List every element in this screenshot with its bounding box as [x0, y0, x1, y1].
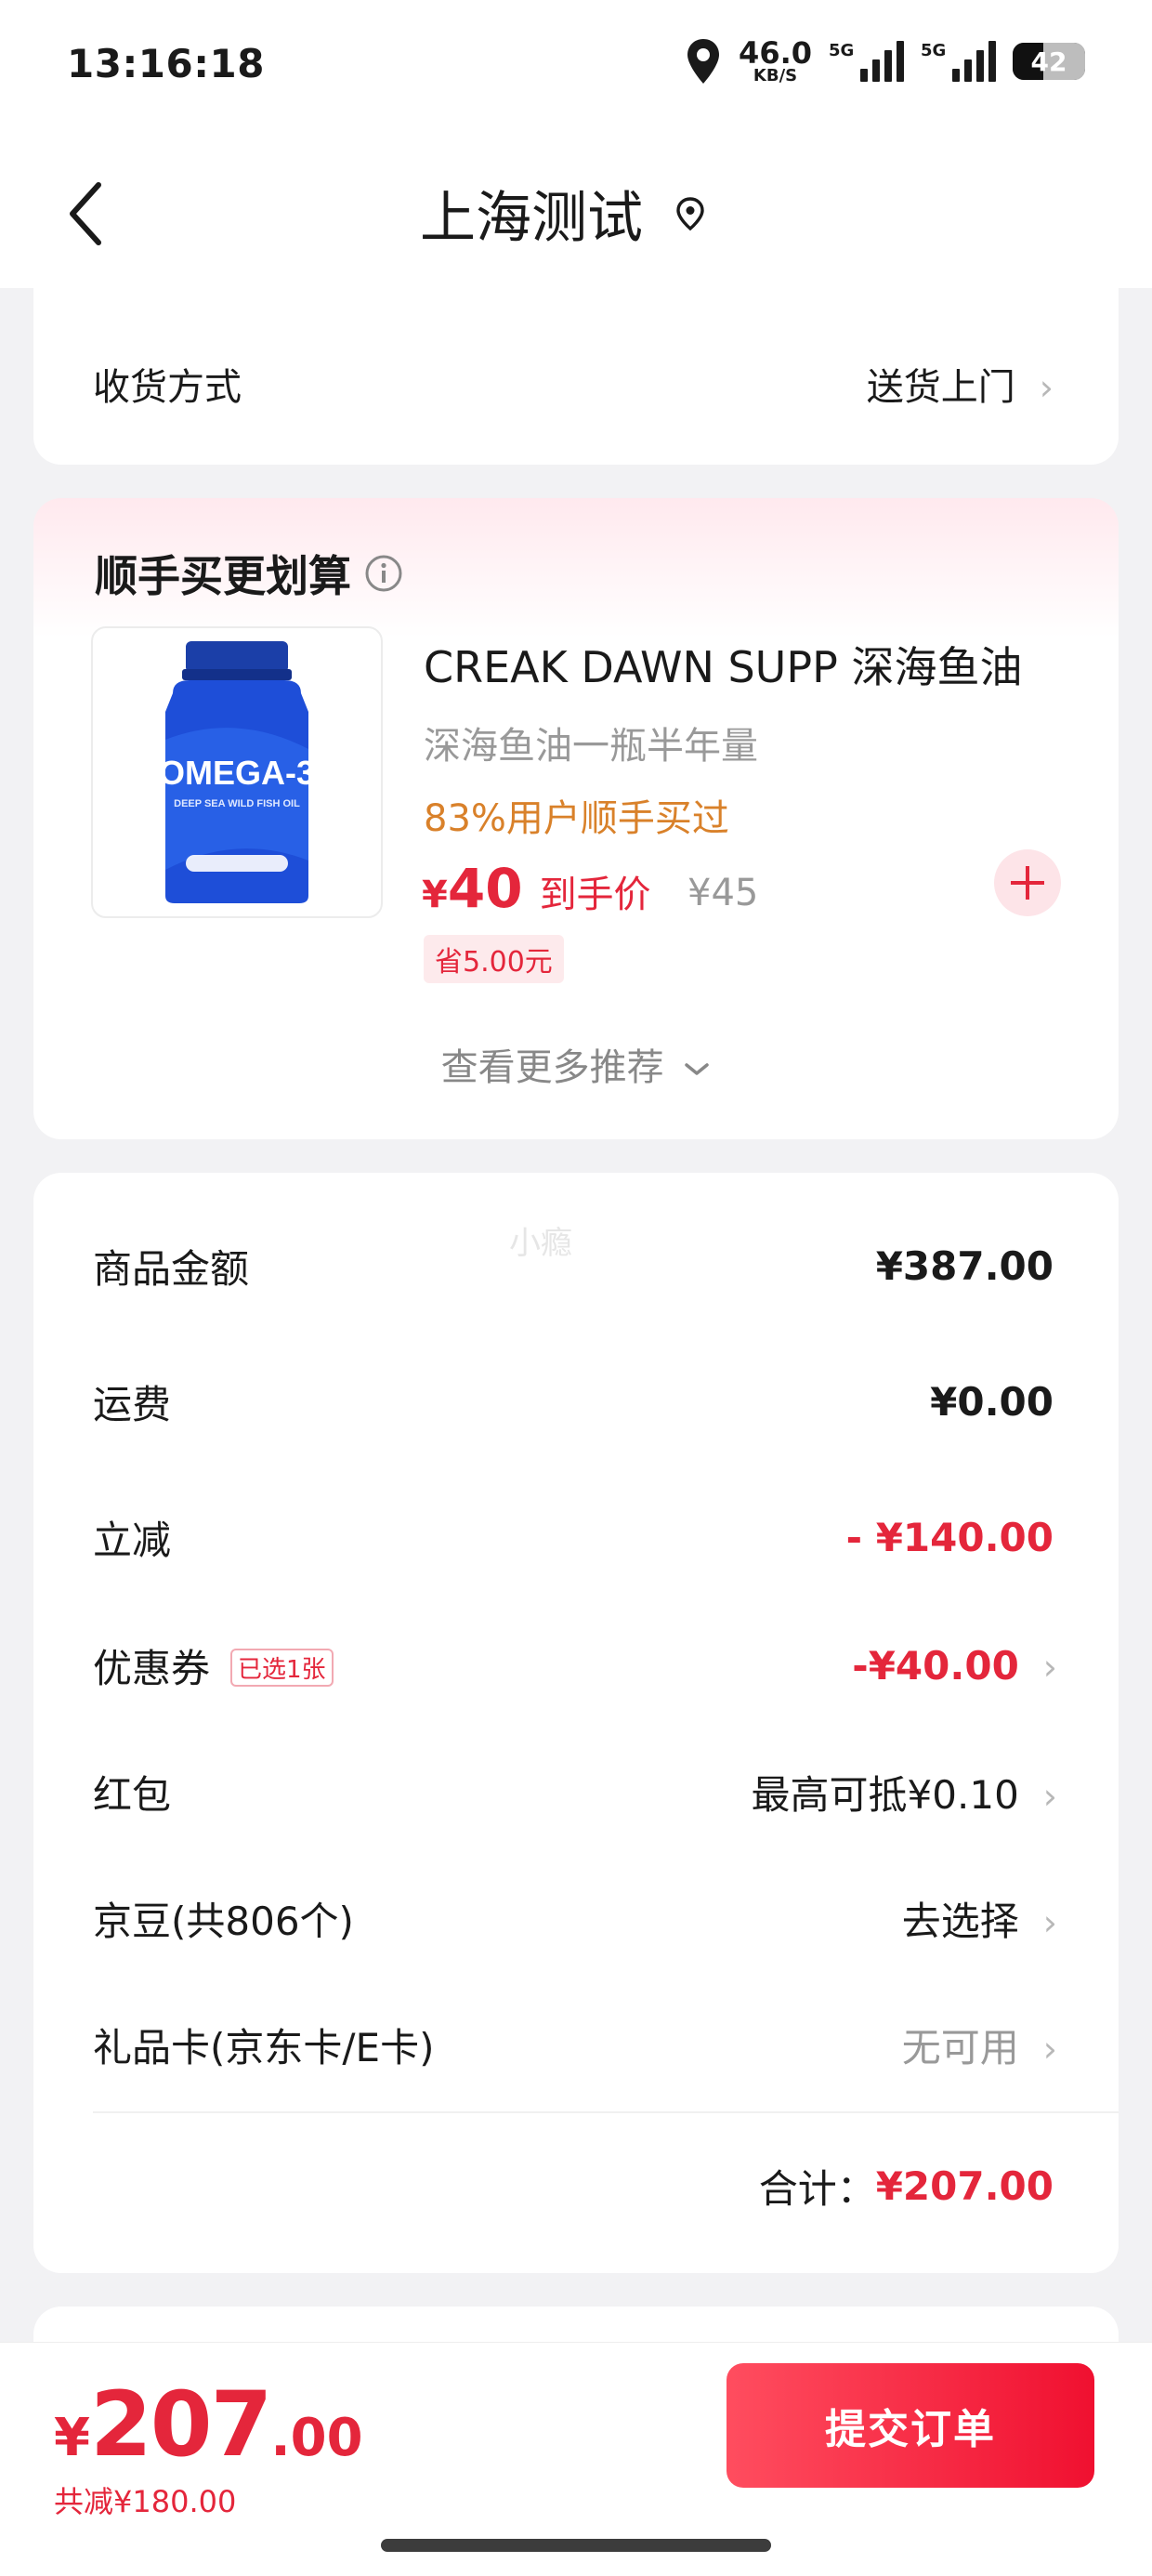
chevron-down-icon — [685, 1063, 710, 1075]
items-amount-label: 商品金额 — [93, 1246, 250, 1292]
grand-total-integer: 207 — [89, 2372, 272, 2477]
status-bar: 13:16:18 46.0 KB/S 5G 5G 42 — [0, 0, 1152, 139]
instant-discount-row: 立减 - ¥140.00 — [93, 1509, 1054, 1566]
subtotal-value: ¥207.00 — [875, 2163, 1054, 2209]
items-amount-row: 商品金额 ¥387.00 — [93, 1238, 1054, 1295]
total-saved: 共减¥180.00 — [54, 2484, 237, 2519]
chevron-right-icon: › — [1042, 1902, 1057, 1943]
battery-icon: 42 — [1013, 43, 1085, 80]
delivery-card: 收货方式 送货上门 › — [33, 260, 1119, 465]
jd-beans-row[interactable]: 京豆(共806个) 去选择 › — [93, 1890, 1057, 1947]
price-label: 到手价 — [539, 874, 651, 916]
red-packet-label: 红包 — [93, 1772, 172, 1818]
save-badge: 省5.00元 — [424, 935, 564, 983]
red-packet-row[interactable]: 红包 最高可抵¥0.10 › — [93, 1764, 1057, 1820]
back-icon — [70, 182, 101, 245]
subtotal-label: 合计： — [758, 2166, 876, 2212]
chevron-right-icon: › — [1042, 2029, 1057, 2070]
summary-divider — [93, 2111, 1119, 2113]
original-price: ¥45 — [687, 872, 759, 914]
delivery-method-row[interactable]: 收货方式 送货上门 › — [93, 357, 1054, 411]
page-title: 上海测试 — [420, 186, 643, 251]
shipping-label: 运费 — [93, 1382, 172, 1427]
chevron-right-icon: › — [1042, 1647, 1057, 1688]
network-speed: 46.0 KB/S — [739, 38, 812, 85]
recommend-title: 顺手买更划算 — [95, 543, 403, 604]
product-image-caption: DEEP SEA WILD FISH OIL — [174, 798, 300, 809]
status-time: 13:16:18 — [67, 41, 265, 86]
product-popularity-note: 83%用户顺手买过 — [424, 797, 729, 840]
info-icon[interactable] — [364, 554, 403, 593]
delivery-method-value: 送货上门 — [866, 366, 1015, 409]
subtotal-row: 合计： ¥207.00 — [93, 2158, 1054, 2215]
recommend-card: 顺手买更划算 OMEGA-3 DEEP SEA WILD FISH OIL CR… — [33, 498, 1119, 1139]
chevron-right-icon: › — [1042, 1776, 1057, 1817]
coupon-row[interactable]: 优惠券 已选1张 -¥40.00 › — [93, 1637, 1057, 1694]
status-icons: 46.0 KB/S 5G 5G 42 — [685, 37, 1085, 85]
product-price: ¥ 40 到手价 — [422, 857, 651, 920]
plus-icon — [1011, 866, 1044, 900]
location-icon — [687, 39, 720, 84]
shipping-row: 运费 ¥0.00 — [93, 1373, 1054, 1430]
add-to-order-button[interactable] — [994, 849, 1061, 916]
battery-level: 42 — [1030, 46, 1067, 77]
coupon-selected-badge: 已选1张 — [230, 1649, 334, 1687]
jd-beans-label: 京豆(共806个) — [93, 1899, 354, 1944]
order-summary-card: 商品金额 ¥387.00 运费 ¥0.00 立减 - ¥140.00 优惠券 已选… — [33, 1173, 1119, 2273]
jd-beans-value: 去选择 — [901, 1899, 1019, 1944]
location-icon — [676, 196, 704, 230]
delivery-method-label: 收货方式 — [93, 366, 242, 409]
signal-icon-2: 5G — [921, 41, 996, 82]
signal-icon: 5G — [829, 41, 904, 82]
gift-card-row[interactable]: 礼品卡(京东卡/E卡) 无可用 › — [93, 2017, 1057, 2073]
coupon-label: 优惠券 — [93, 1646, 211, 1691]
more-recommendations-label: 查看更多推荐 — [440, 1046, 664, 1089]
grand-total-decimal: .00 — [270, 2408, 363, 2468]
product-image-title: OMEGA-3 — [159, 754, 315, 792]
sim1-label: 5G — [829, 41, 855, 60]
instant-discount-value: - ¥140.00 — [845, 1515, 1054, 1560]
more-recommendations-link[interactable]: 查看更多推荐 — [33, 1037, 1119, 1091]
red-packet-value: 最高可抵¥0.10 — [751, 1772, 1019, 1818]
product-subtitle: 深海鱼油一瓶半年量 — [424, 725, 758, 768]
items-amount-value: ¥387.00 — [875, 1243, 1054, 1289]
gift-card-value: 无可用 — [901, 2025, 1019, 2070]
chevron-right-icon: › — [1039, 367, 1054, 408]
submit-order-button[interactable]: 提交订单 — [727, 2363, 1094, 2488]
sim2-label: 5G — [921, 41, 947, 60]
price-value: 40 — [447, 857, 523, 920]
coupon-value: -¥40.00 — [852, 1643, 1019, 1689]
watermark: 小瘾 — [509, 1225, 572, 1262]
grand-total-currency: ¥ — [54, 2408, 90, 2468]
back-button[interactable] — [58, 177, 113, 251]
shipping-value: ¥0.00 — [930, 1379, 1054, 1425]
grand-total: ¥ 207 .00 — [54, 2372, 363, 2477]
gift-card-label: 礼品卡(京东卡/E卡) — [93, 2025, 435, 2070]
product-image[interactable]: OMEGA-3 DEEP SEA WILD FISH OIL — [91, 626, 383, 918]
address-selector[interactable]: 上海测试 — [420, 173, 706, 254]
recommend-title-text: 顺手买更划算 — [95, 551, 351, 601]
product-name[interactable]: CREAK DAWN SUPP 深海鱼油 — [424, 634, 1022, 695]
price-currency: ¥ — [422, 874, 448, 916]
instant-discount-label: 立减 — [93, 1518, 172, 1563]
fish-oil-bottle-image: OMEGA-3 DEEP SEA WILD FISH OIL — [159, 641, 315, 903]
home-indicator[interactable] — [381, 2539, 771, 2552]
